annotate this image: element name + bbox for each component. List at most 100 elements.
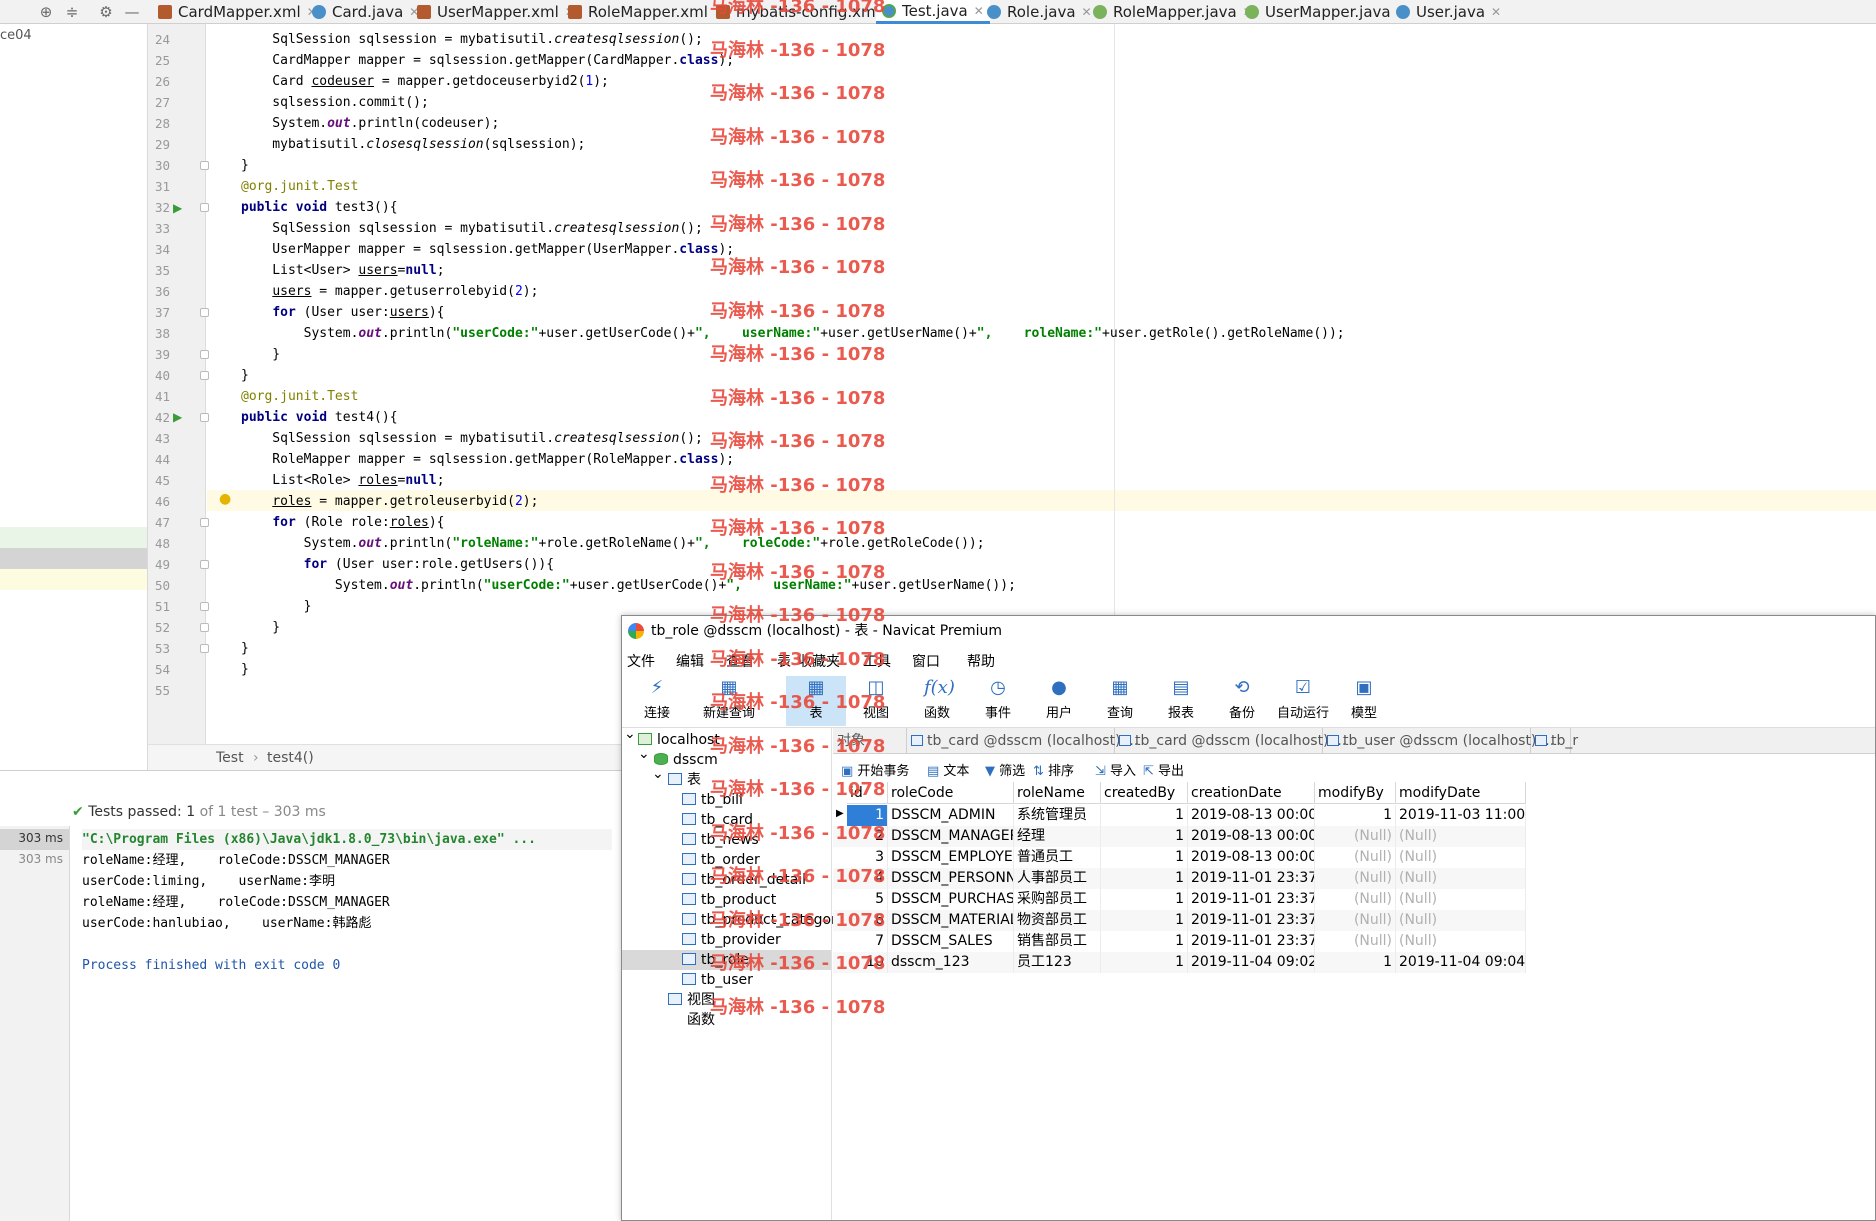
table-cell[interactable]: (Null) [1315,868,1396,889]
table-cell[interactable]: (Null) [1396,931,1526,952]
table-cell[interactable]: 采购部员工 [1014,889,1101,910]
table-cell[interactable]: (Null) [1315,847,1396,868]
table-cell[interactable]: (Null) [1315,910,1396,931]
chevron-down-icon[interactable]: ⌄ [652,766,664,782]
column-header[interactable]: creationDate [1188,782,1315,804]
tree-connection[interactable]: localhost [638,730,720,750]
table-cell[interactable]: DSSCM_PERSONNEL [888,868,1014,889]
column-header[interactable]: createdBy [1101,782,1188,804]
table-cell[interactable]: 2019-11-03 11:00:44 [1396,805,1526,826]
tree-row-selected[interactable] [0,548,147,569]
toolbar-function-button[interactable]: f(x) 函数 [907,676,967,726]
editor-tab[interactable]: RoleMapper.xml✕ [562,0,730,24]
table-cell[interactable]: 1 [1101,889,1188,910]
table-cell[interactable]: 经理 [1014,826,1101,847]
table-cell[interactable]: 销售部员工 [1014,931,1101,952]
editor-tab[interactable]: UserMapper.xml✕ [411,0,581,24]
table-cell[interactable]: DSSCM_EMPLOYEE [888,847,1014,868]
breadcrumb-class[interactable]: Test [216,750,244,766]
table-cell[interactable]: 2019-11-01 23:37:23 [1188,931,1315,952]
table-cell[interactable]: 1 [1315,805,1396,826]
table-cell[interactable]: 1 [1101,868,1188,889]
table-cell[interactable]: 2019-08-13 00:00:00 [1188,826,1315,847]
table-cell[interactable]: 1 [1101,805,1188,826]
gear-icon[interactable]: ⚙ [96,2,116,22]
run-test-icon[interactable]: ▶ [173,410,187,424]
tree-table-tb_provider[interactable]: tb_provider [682,930,781,950]
chevron-down-icon[interactable]: ⌄ [624,726,636,742]
grid-sort-button[interactable]: ⇅ 排序 [1033,760,1074,779]
menu-item[interactable]: 窗口 [912,651,940,671]
table-cell[interactable]: DSSCM_SALES [888,931,1014,952]
menu-item[interactable]: 编辑 [676,651,704,671]
table-cell[interactable]: (Null) [1396,889,1526,910]
menu-item[interactable]: 帮助 [967,651,995,671]
table-cell[interactable]: 2019-11-04 09:04:41 [1396,952,1526,973]
tab-table[interactable]: tb_r [1531,728,1578,754]
table-cell[interactable]: 2019-08-13 00:00:00 [1188,805,1315,826]
breadcrumb-method[interactable]: test4() [267,750,314,766]
column-header[interactable]: roleCode [888,782,1014,804]
table-cell[interactable]: (Null) [1315,931,1396,952]
table-cell[interactable]: 2019-11-01 23:37:21 [1188,868,1315,889]
table-cell[interactable]: 1 [1101,931,1188,952]
toolbar-clock-button[interactable]: ◷ 事件 [968,676,1028,726]
close-icon[interactable]: ✕ [1491,5,1501,19]
collapse-icon[interactable]: ≑ [62,2,82,22]
tab-table[interactable]: tb_user @dsscm (localhost) ... [1323,728,1554,754]
table-cell[interactable]: (Null) [1315,889,1396,910]
menu-item[interactable]: 文件 [627,651,655,671]
table-cell[interactable]: (Null) [1396,847,1526,868]
editor-tab[interactable]: RoleMapper.java✕ [1087,0,1259,24]
toolbar-query-button[interactable]: ▦ 查询 [1090,676,1150,726]
table-cell[interactable]: 2019-08-13 00:00:00 [1188,847,1315,868]
table-cell[interactable]: DSSCM_PURCHASE [888,889,1014,910]
grid-import-button[interactable]: ⇲ 导入 [1095,760,1136,779]
editor-tab[interactable]: User.java ✕ [1390,0,1507,24]
toolbar-user-button[interactable]: ● 用户 [1029,676,1089,726]
chevron-down-icon[interactable]: ⌄ [638,746,650,762]
grid-text-button[interactable]: ▤ 文本 [927,760,969,779]
table-cell[interactable]: 1 [1101,910,1188,931]
console-output[interactable]: "C:\Program Files (x86)\Java\jdk1.8.0_73… [0,829,621,1221]
column-header[interactable]: modifyBy [1315,782,1396,804]
toolbar-auto-run-button[interactable]: ☑ 自动运行 [1273,676,1333,726]
minimize-icon[interactable]: — [122,2,142,22]
tree-tables-folder[interactable]: 表 [668,770,701,790]
editor-tab[interactable]: Card.java ✕ [306,0,425,24]
column-header[interactable]: roleName [1014,782,1101,804]
editor-tab[interactable]: CardMapper.xml✕ [152,0,323,24]
toolbar-backup-button[interactable]: ⟲ 备份 [1212,676,1272,726]
table-cell[interactable]: 1 [1101,952,1188,973]
tree-functions-folder[interactable]: 函数 [668,1010,715,1030]
toolbar-model-button[interactable]: ▣ 模型 [1334,676,1394,726]
table-cell[interactable]: 1 [1101,826,1188,847]
run-test-icon[interactable]: ▶ [173,201,187,215]
table-cell[interactable]: 2019-11-01 23:37:22 [1188,910,1315,931]
tab-table[interactable]: tb_card @dsscm (localhost) ... [1115,728,1346,754]
toolbar-plug-button[interactable]: ⚡ 连接 [627,676,687,726]
table-cell[interactable]: (Null) [1396,868,1526,889]
lightbulb-icon[interactable]: ● [219,491,231,507]
grid-export-button[interactable]: ⇱ 导出 [1143,760,1184,779]
table-cell[interactable]: DSSCM_MATERIAL [888,910,1014,931]
editor-tab[interactable]: Role.java ✕ [981,0,1098,24]
table-cell[interactable]: 普通员工 [1014,847,1101,868]
table-cell[interactable]: 1 [1101,847,1188,868]
table-cell[interactable]: 员工123 [1014,952,1101,973]
table-cell[interactable]: 2019-11-04 09:02:36 [1188,952,1315,973]
table-cell[interactable]: 1 [1315,952,1396,973]
grid-filter-button[interactable]: ▼ 筛选 [985,760,1025,779]
toolbar-report-button[interactable]: ▤ 报表 [1151,676,1211,726]
table-cell[interactable]: (Null) [1396,910,1526,931]
table-cell[interactable]: dsscm_123 [888,952,1014,973]
table-cell[interactable]: 系统管理员 [1014,805,1101,826]
tree-views-folder[interactable]: 视图 [668,990,715,1010]
target-icon[interactable]: ⊕ [36,2,56,22]
table-cell[interactable]: 物资部员工 [1014,910,1101,931]
tab-table[interactable]: tb_card @dsscm (localhost) ... [907,728,1138,754]
table-cell[interactable]: DSSCM_ADMIN [888,805,1014,826]
editor-tab[interactable]: Test.java ✕ [876,0,990,24]
editor-tab[interactable]: UserMapper.java✕ [1239,0,1413,24]
table-cell[interactable]: 2019-11-01 23:37:21 [1188,889,1315,910]
